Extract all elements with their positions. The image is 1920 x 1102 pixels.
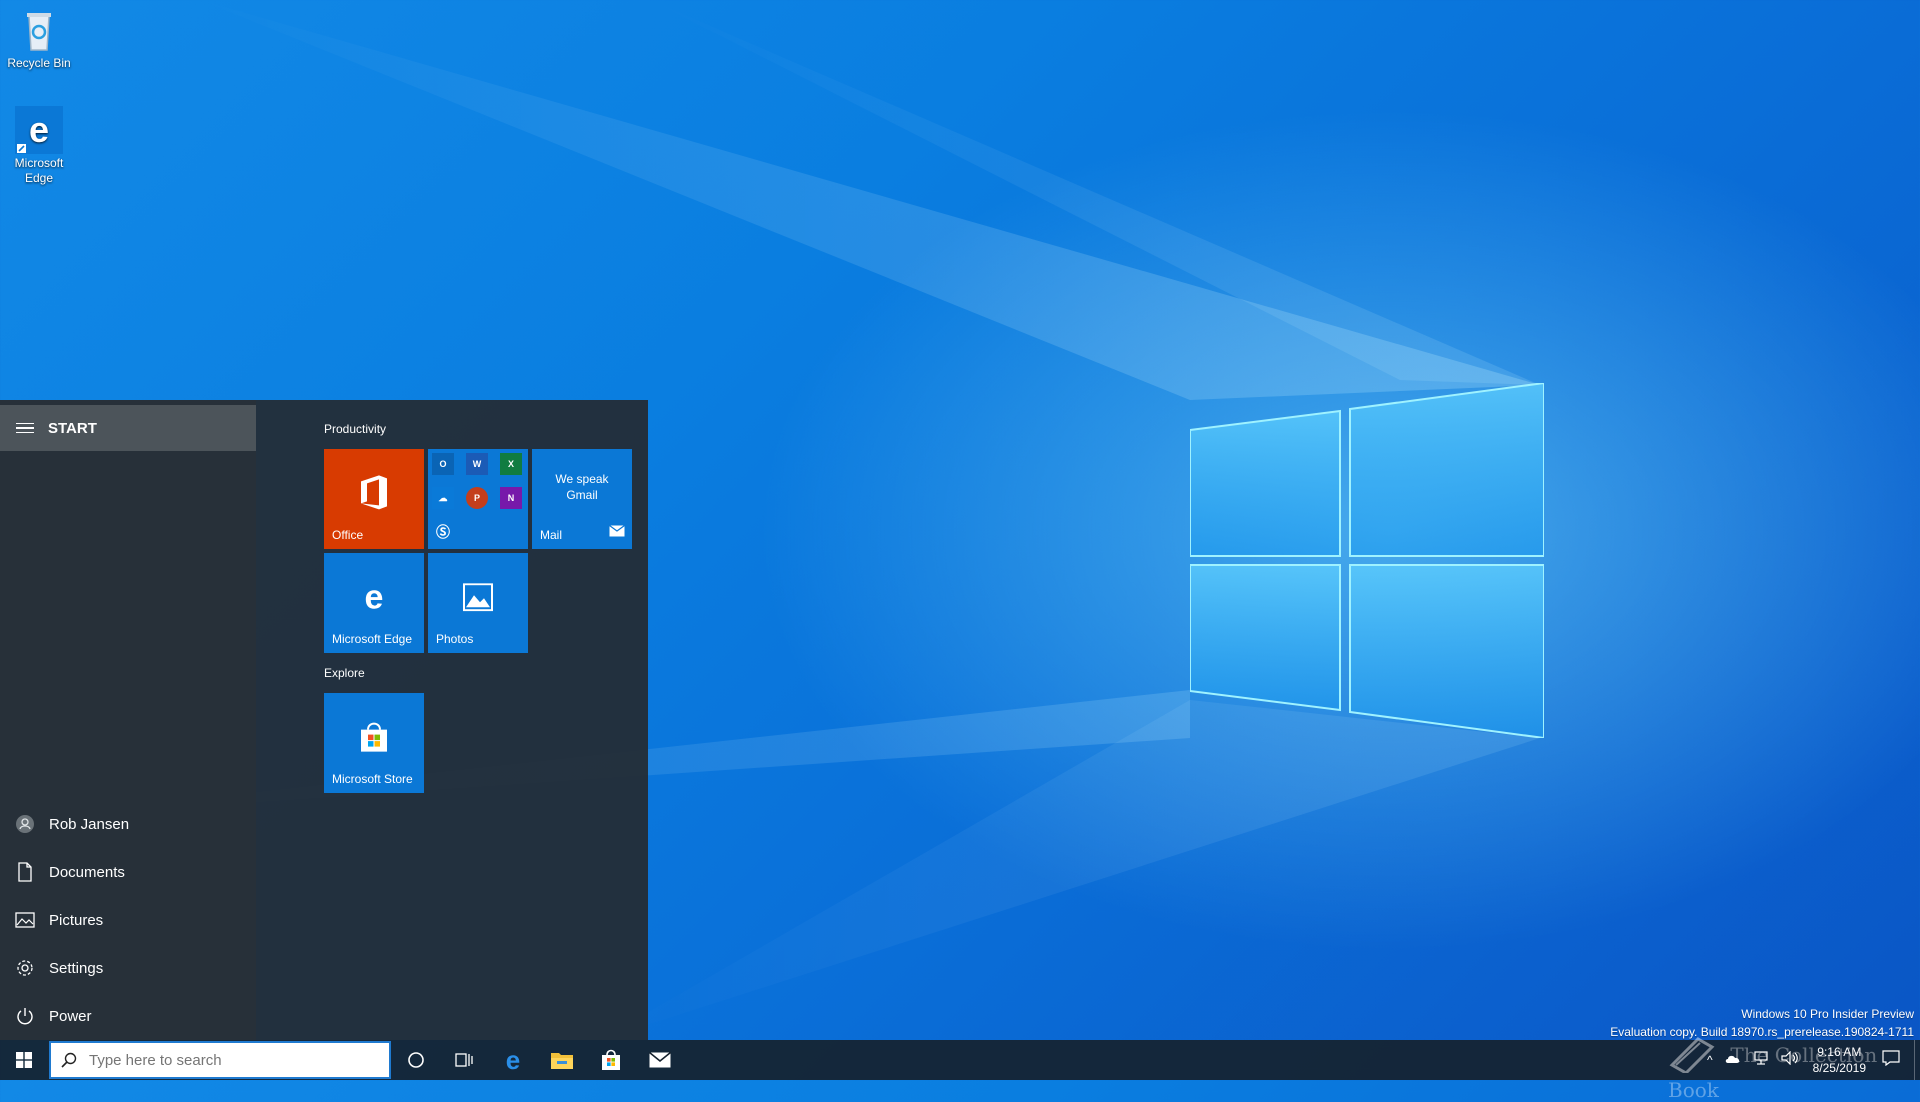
pictures-icon bbox=[13, 912, 37, 928]
svg-text:e: e bbox=[365, 580, 384, 614]
user-avatar-icon bbox=[13, 814, 37, 834]
skype-icon: Ⓢ bbox=[436, 524, 450, 540]
recycle-bin-icon bbox=[15, 6, 63, 54]
windows-logo-wallpaper bbox=[1190, 383, 1544, 738]
book-logo-icon bbox=[1668, 1035, 1716, 1078]
desktop-icon-recycle-bin[interactable]: Recycle Bin bbox=[0, 6, 78, 71]
start-documents-label: Documents bbox=[49, 863, 125, 881]
tile-photos[interactable]: Photos bbox=[428, 553, 528, 653]
windows-start-icon bbox=[16, 1052, 32, 1068]
start-header-button[interactable]: START bbox=[0, 405, 256, 451]
search-input[interactable] bbox=[87, 1050, 371, 1070]
start-menu-left-rail: START Rob Jansen Documents Pictures Sett… bbox=[0, 400, 256, 1040]
tile-group-explore[interactable]: Explore bbox=[324, 666, 365, 680]
excel-icon: X bbox=[500, 453, 522, 475]
tile-microsoft-store[interactable]: Microsoft Store bbox=[324, 693, 424, 793]
svg-text:e: e bbox=[29, 109, 49, 150]
tile-group-productivity[interactable]: Productivity bbox=[324, 422, 386, 436]
start-pictures-label: Pictures bbox=[49, 911, 104, 929]
gear-icon bbox=[13, 958, 37, 978]
start-settings-label: Settings bbox=[49, 959, 104, 977]
tile-mail[interactable]: We speak Gmail Mail bbox=[532, 449, 632, 549]
start-user-account[interactable]: Rob Jansen bbox=[0, 804, 256, 844]
edge-icon: e bbox=[15, 106, 63, 154]
tile-label: Microsoft Store bbox=[332, 772, 413, 786]
taskbar-mail[interactable] bbox=[636, 1040, 684, 1080]
power-icon bbox=[13, 1007, 37, 1025]
search-icon bbox=[61, 1052, 77, 1068]
start-documents[interactable]: Documents bbox=[0, 852, 256, 892]
file-explorer-icon bbox=[551, 1053, 573, 1069]
start-button[interactable] bbox=[0, 1040, 48, 1080]
photos-icon bbox=[463, 583, 493, 616]
taskbar-file-explorer[interactable] bbox=[538, 1040, 586, 1080]
tile-label: Mail bbox=[540, 528, 563, 542]
tile-office-apps[interactable]: O W X ☁ P N Ⓢ bbox=[428, 449, 528, 549]
watermark-line-1: Windows 10 Pro Insider Preview bbox=[1741, 1007, 1914, 1021]
document-icon bbox=[13, 862, 37, 882]
mail-tile-message: We speak Gmail bbox=[555, 472, 609, 502]
word-icon: W bbox=[466, 453, 488, 475]
desktop-icon-label: Microsoft Edge bbox=[14, 156, 64, 185]
site-watermark-logo: The Collection Book bbox=[1668, 1035, 1920, 1102]
edge-icon: e bbox=[506, 1048, 520, 1072]
tile-office[interactable]: Office bbox=[324, 449, 424, 549]
mail-envelope-icon bbox=[609, 524, 625, 542]
onedrive-icon: ☁ bbox=[432, 487, 454, 509]
cortana-button[interactable] bbox=[392, 1040, 440, 1080]
desktop-icon-microsoft-edge[interactable]: e Microsoft Edge bbox=[0, 106, 78, 186]
mail-icon bbox=[649, 1052, 671, 1068]
svg-text:e: e bbox=[506, 1048, 520, 1072]
start-menu: START Rob Jansen Documents Pictures Sett… bbox=[0, 400, 648, 1040]
start-pictures[interactable]: Pictures bbox=[0, 900, 256, 940]
store-icon bbox=[602, 1049, 620, 1070]
start-power[interactable]: Power bbox=[0, 996, 256, 1036]
outlook-icon: O bbox=[432, 453, 454, 475]
cortana-icon bbox=[408, 1052, 424, 1068]
tile-label: Microsoft Edge bbox=[332, 632, 413, 646]
onenote-icon: N bbox=[500, 487, 522, 509]
taskbar-edge[interactable]: e bbox=[489, 1040, 537, 1080]
edge-icon: e bbox=[357, 579, 391, 619]
start-title: START bbox=[48, 419, 97, 437]
task-view-icon bbox=[455, 1053, 473, 1067]
office-icon bbox=[359, 474, 389, 515]
tile-microsoft-edge[interactable]: e Microsoft Edge bbox=[324, 553, 424, 653]
hamburger-menu-icon bbox=[16, 420, 34, 437]
start-user-label: Rob Jansen bbox=[49, 815, 130, 833]
tile-label: Office bbox=[332, 528, 364, 542]
taskbar-store[interactable] bbox=[587, 1040, 635, 1080]
start-settings[interactable]: Settings bbox=[0, 948, 256, 988]
tile-label: Photos bbox=[436, 632, 474, 646]
store-icon bbox=[357, 720, 391, 759]
desktop-icon-label: Recycle Bin bbox=[7, 56, 71, 70]
taskbar-search-box[interactable] bbox=[49, 1041, 391, 1079]
powerpoint-icon: P bbox=[466, 487, 488, 509]
task-view-button[interactable] bbox=[440, 1040, 488, 1080]
start-power-label: Power bbox=[49, 1007, 92, 1025]
